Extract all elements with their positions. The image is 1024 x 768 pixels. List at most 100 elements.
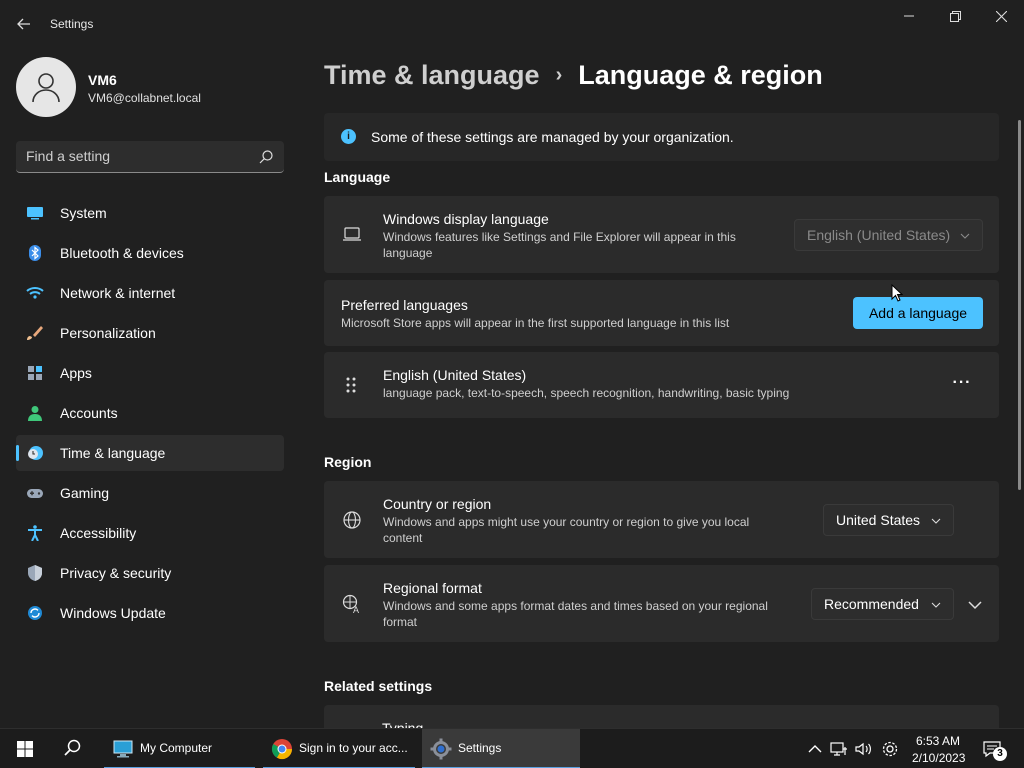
language-entry-title: English (United States) [383, 367, 527, 383]
restore-button[interactable] [932, 0, 978, 32]
sidebar-item-personalization[interactable]: Personalization [16, 315, 284, 351]
sidebar-item-network[interactable]: Network & internet [16, 275, 284, 311]
sidebar-item-label: Accessibility [60, 525, 137, 541]
gamepad-icon [27, 489, 43, 498]
country-region-subtitle: Windows and apps might use your country … [383, 515, 750, 545]
taskbar-app-label: My Computer [140, 741, 213, 755]
computer-icon [113, 740, 133, 758]
regional-format-card[interactable]: A Regional format Windows and some apps … [324, 565, 999, 642]
breadcrumb: Time & language › Language & region [324, 60, 823, 91]
globe-icon [343, 511, 361, 529]
bluetooth-icon [29, 245, 41, 261]
chevron-down-icon [931, 602, 941, 608]
info-icon: i [341, 129, 356, 144]
taskbar: My Computer Sign in to your acc... Setti… [0, 728, 1024, 768]
sidebar-item-time-language[interactable]: Time & language [16, 435, 284, 471]
app-title: Settings [50, 17, 94, 31]
expand-chevron-icon[interactable] [965, 595, 985, 615]
country-region-dropdown[interactable]: United States [823, 504, 954, 536]
language-entry-subtitle: language pack, text-to-speech, speech re… [383, 386, 790, 400]
region-heading: Region [324, 454, 372, 470]
info-text: Some of these settings are managed by yo… [371, 129, 734, 145]
regional-format-title: Regional format [383, 580, 482, 596]
restore-icon [949, 10, 961, 22]
system-icon [27, 207, 43, 220]
language-entry-card: English (United States) language pack, t… [324, 352, 999, 418]
search-box[interactable] [16, 141, 284, 173]
sidebar-item-label: Windows Update [60, 605, 166, 621]
sidebar-item-system[interactable]: System [16, 195, 284, 231]
sidebar-item-label: Gaming [60, 485, 110, 501]
accessibility-icon [28, 525, 42, 541]
sidebar-item-label: Time & language [60, 445, 166, 461]
clock-globe-icon [28, 446, 43, 460]
sidebar-item-label: Bluetooth & devices [60, 245, 184, 261]
scrollbar[interactable] [1018, 120, 1021, 490]
search-input[interactable] [26, 141, 246, 171]
display-language-value: English (United States) [807, 227, 951, 243]
display-language-dropdown[interactable]: English (United States) [794, 219, 983, 251]
update-icon [28, 606, 42, 620]
back-arrow-icon [17, 18, 30, 30]
taskbar-app-label: Settings [458, 741, 502, 755]
apps-icon [28, 366, 42, 380]
sidebar-item-privacy[interactable]: Privacy & security [16, 555, 284, 591]
laptop-icon [343, 227, 361, 241]
sidebar-item-label: System [60, 205, 107, 221]
sidebar-nav: System Bluetooth & devices Network & int… [16, 195, 284, 635]
sidebar-item-windows-update[interactable]: Windows Update [16, 595, 284, 631]
user-email: VM6@collabnet.local [88, 91, 201, 105]
taskbar-app-my-computer[interactable]: My Computer [104, 729, 255, 768]
sidebar-item-label: Network & internet [60, 285, 176, 301]
back-button[interactable] [10, 10, 38, 38]
sidebar-item-bluetooth[interactable]: Bluetooth & devices [16, 235, 284, 271]
breadcrumb-parent[interactable]: Time & language [324, 60, 540, 90]
country-region-card: Country or region Windows and apps might… [324, 481, 999, 558]
sidebar-item-label: Apps [60, 365, 92, 381]
regional-format-value: Recommended [824, 596, 919, 612]
sidebar-item-accessibility[interactable]: Accessibility [16, 515, 284, 551]
add-language-button[interactable]: Add a language [853, 297, 983, 329]
regional-format-subtitle: Windows and some apps format dates and t… [383, 599, 768, 629]
regional-format-dropdown[interactable]: Recommended [811, 588, 954, 620]
chevron-down-icon [931, 518, 941, 524]
windows-start-icon[interactable] [8, 737, 42, 761]
network-icon[interactable] [829, 739, 849, 759]
language-format-icon: A [342, 594, 359, 614]
taskbar-app-settings[interactable]: Settings [422, 729, 580, 768]
sidebar-item-accounts[interactable]: Accounts [16, 395, 284, 431]
mouse-cursor-icon [891, 284, 903, 302]
sidebar-item-gaming[interactable]: Gaming [16, 475, 284, 511]
taskbar-search-icon[interactable] [58, 737, 86, 761]
preferred-languages-title: Preferred languages [341, 297, 468, 313]
show-hidden-icons-chevron-up-icon[interactable] [805, 739, 825, 759]
volume-icon[interactable] [853, 739, 873, 759]
title-bar: Settings [0, 0, 1024, 48]
related-settings-heading: Related settings [324, 678, 433, 694]
clock-date[interactable]: 2/10/2023 [912, 751, 965, 765]
display-language-subtitle: Windows features like Settings and File … [383, 230, 736, 260]
more-options-button[interactable]: ··· [945, 371, 979, 399]
taskbar-app-chrome[interactable]: Sign in to your acc... [263, 729, 415, 768]
sidebar-item-label: Accounts [60, 405, 118, 421]
chevron-down-icon [960, 233, 970, 239]
clock-time[interactable]: 6:53 AM [916, 734, 960, 748]
preferred-languages-subtitle: Microsoft Store apps will appear in the … [341, 316, 730, 330]
user-icon [32, 73, 60, 103]
settings-gear-icon [430, 738, 452, 760]
notification-count-badge: 3 [993, 747, 1007, 761]
drag-handle-icon[interactable] [344, 376, 358, 394]
close-icon [995, 10, 1007, 22]
country-region-value: United States [836, 512, 921, 528]
page-title: Language & region [578, 60, 823, 90]
search-icon[interactable] [258, 149, 274, 165]
minimize-icon [904, 15, 914, 17]
minimize-button[interactable] [886, 0, 932, 32]
chrome-icon [271, 739, 293, 760]
user-name: VM6 [88, 72, 117, 88]
person-icon [28, 406, 42, 421]
close-button[interactable] [978, 0, 1024, 32]
sidebar-item-apps[interactable]: Apps [16, 355, 284, 391]
avatar[interactable] [16, 57, 76, 117]
tray-settings-gear-icon[interactable] [880, 739, 900, 759]
